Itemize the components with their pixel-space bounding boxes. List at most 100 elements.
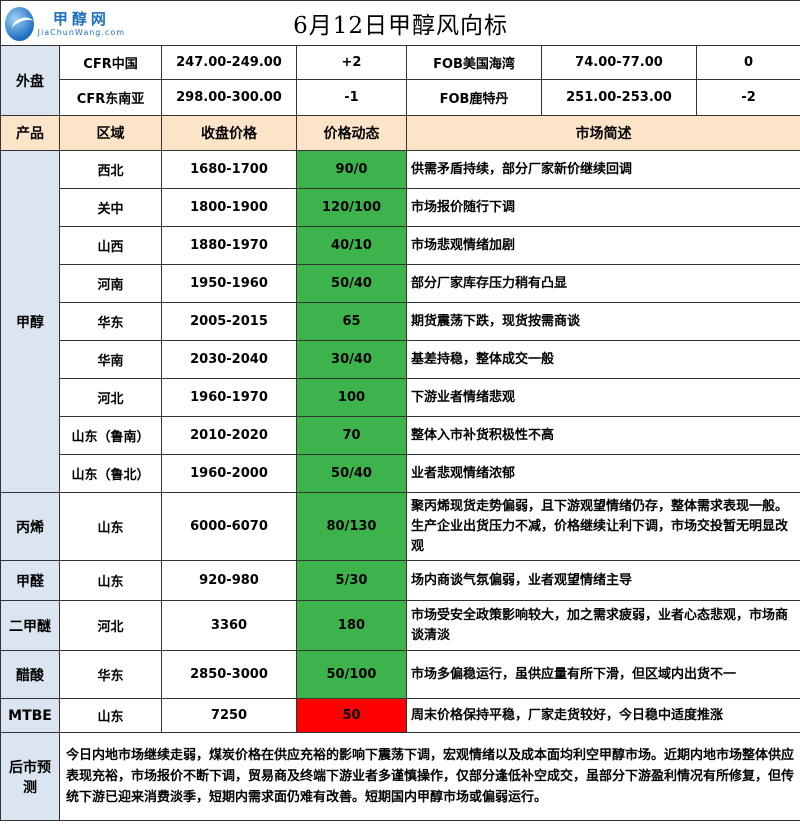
header-price: 收盘价格 [161,115,297,151]
header-change: 价格动态 [296,115,407,151]
change-cell: 50/40 [296,454,407,493]
table-row: 醋酸 华东 2850-3000 50/100 市场多偏稳运行，虽供应量有所下滑，… [0,650,800,699]
region-cell: 华南 [59,340,162,379]
table-row: MTBE 山东 7250 50 周末价格保持平稳，厂家走货较好，今日稳中适度推涨 [0,698,800,733]
indicator-table: 甲醇网 JiaChunWang.com 6月12日甲醇风向标 外盘 CFR中国 … [0,0,800,821]
outer-name: CFR中国 [59,45,162,80]
table-row: 山东（鲁南） 2010-2020 70 整体入市补货积极性不高 [1,416,800,455]
desc-cell: 供需矛盾持续，部分厂家新价继续回调 [405,150,800,189]
desc-cell: 整体入市补货积极性不高 [405,416,800,455]
table-row: 丙烯 山东 6000-6070 80/130 聚丙烯现货走势偏弱，且下游观望情绪… [0,492,800,561]
region-cell: 关中 [59,188,162,227]
price-cell: 1680-1700 [161,150,297,189]
desc-cell: 场内商谈气氛偏弱，业者观望情绪主导 [405,560,800,601]
header-product: 产品 [0,115,60,151]
change-cell: 120/100 [296,188,407,227]
region-cell: 山东 [59,492,162,561]
logo-name-en: JiaChunWang.com [37,28,125,37]
logo-globe-icon [5,7,34,41]
region-cell: 西北 [59,150,162,189]
price-cell: 1950-1960 [161,264,297,303]
price-cell: 2010-2020 [161,416,297,455]
table-row: 甲醛 山东 920-980 5/30 场内商谈气氛偏弱，业者观望情绪主导 [0,560,800,601]
region-cell: 山东 [59,560,162,601]
outer-change: +2 [296,45,407,80]
logo: 甲醇网 JiaChunWang.com [5,5,125,43]
forecast-text: 今日内地市场继续走弱，煤炭价格在供应充裕的影响下震荡下调，宏观情绪以及成本面均利… [58,732,800,821]
table-row: 华南 2030-2040 30/40 基差持稳，整体成交一般 [1,340,800,379]
desc-cell: 下游业者情绪悲观 [405,378,800,417]
region-cell: 华东 [59,650,162,699]
price-cell: 2850-3000 [161,650,297,699]
price-cell: 920-980 [161,560,297,601]
change-cell: 80/130 [296,492,407,561]
change-cell: 30/40 [296,340,407,379]
desc-cell: 聚丙烯现货走势偏弱，且下游观望情绪仍存，整体需求表现一般。生产企业出货压力不减，… [405,492,800,561]
table-row: 二甲醚 河北 3360 180 市场受安全政策影响较大，加之需求疲弱，业者心态悲… [0,600,800,651]
change-cell: 180 [296,600,407,651]
logo-name-cn: 甲醇网 [52,10,110,28]
forecast-label: 后市预测 [0,732,60,821]
header-region: 区域 [59,115,162,151]
desc-cell: 市场报价随行下调 [405,188,800,227]
outer-change: -1 [296,79,407,116]
price-cell: 1960-2000 [161,454,297,493]
header-desc: 市场简述 [405,115,800,151]
region-cell: 河北 [59,600,162,651]
price-cell: 1960-1970 [161,378,297,417]
table-row: 河北 1960-1970 100 下游业者情绪悲观 [1,378,800,417]
desc-cell: 市场悲观情绪加剧 [405,226,800,265]
outer-label: 外盘 [0,45,60,116]
outer-name: FOB鹿特丹 [406,79,542,116]
table-row: 山东（鲁北） 1960-2000 50/40 业者悲观情绪浓郁 [1,454,800,493]
forecast-row: 后市预测 今日内地市场继续走弱，煤炭价格在供应充裕的影响下震荡下调，宏观情绪以及… [0,732,800,821]
price-cell: 7250 [161,698,297,733]
outer-price: 74.00-77.00 [541,45,697,80]
price-cell: 2005-2015 [161,302,297,341]
region-cell: 山东（鲁南） [59,416,162,455]
product-cell: MTBE [0,698,60,733]
outer-change: -2 [695,79,800,116]
price-cell: 1880-1970 [161,226,297,265]
change-cell: 100 [296,378,407,417]
product-cell: 甲醛 [0,560,60,601]
outer-price: 251.00-253.00 [541,79,697,116]
outer-price: 247.00-249.00 [161,45,297,80]
table-row: 甲醇 西北 1680-1700 90/0 供需矛盾持续，部分厂家新价继续回调 [0,150,800,493]
price-cell: 1800-1900 [161,188,297,227]
header-row: 产品 区域 收盘价格 价格动态 市场简述 [0,115,800,151]
table-row: 山西 1880-1970 40/10 市场悲观情绪加剧 [1,226,800,265]
change-cell: 90/0 [296,150,407,189]
outer-name: FOB美国海湾 [406,45,542,80]
region-cell: 山东（鲁北） [59,454,162,493]
table-row: 关中 1800-1900 120/100 市场报价随行下调 [1,188,800,227]
change-cell: 40/10 [296,226,407,265]
methanol-indicator-sheet: 甲醇网 JiaChunWang.com 6月12日甲醇风向标 外盘 CFR中国 … [0,0,800,832]
region-cell: 山西 [59,226,162,265]
product-cell: 丙烯 [0,492,60,561]
table-row: 河南 1950-1960 50/40 部分厂家库存压力稍有凸显 [1,264,800,303]
table-row: 华东 2005-2015 65 期货震荡下跌，现货按需商谈 [1,302,800,341]
price-cell: 3360 [161,600,297,651]
outer-row: CFR东南亚 298.00-300.00 -1 FOB鹿特丹 251.00-25… [1,79,800,116]
desc-cell: 部分厂家库存压力稍有凸显 [405,264,800,303]
desc-cell: 周末价格保持平稳，厂家走货较好，今日稳中适度推涨 [405,698,800,733]
change-cell: 70 [296,416,407,455]
region-cell: 山东 [59,698,162,733]
change-cell: 50/40 [296,264,407,303]
price-cell: 6000-6070 [161,492,297,561]
product-methanol: 甲醇 [0,150,60,493]
region-cell: 华东 [59,302,162,341]
product-cell: 二甲醚 [0,600,60,651]
price-cell: 2030-2040 [161,340,297,379]
desc-cell: 市场多偏稳运行，虽供应量有所下滑，但区域内出货不一 [405,650,800,699]
title-cell: 甲醇网 JiaChunWang.com 6月12日甲醇风向标 [0,0,800,46]
product-cell: 醋酸 [0,650,60,699]
outer-name: CFR东南亚 [59,79,162,116]
desc-cell: 期货震荡下跌，现货按需商谈 [405,302,800,341]
page-title: 6月12日甲醇风向标 [293,13,508,39]
desc-cell: 基差持稳，整体成交一般 [405,340,800,379]
outer-price: 298.00-300.00 [161,79,297,116]
region-cell: 河北 [59,378,162,417]
change-cell: 50/100 [296,650,407,699]
